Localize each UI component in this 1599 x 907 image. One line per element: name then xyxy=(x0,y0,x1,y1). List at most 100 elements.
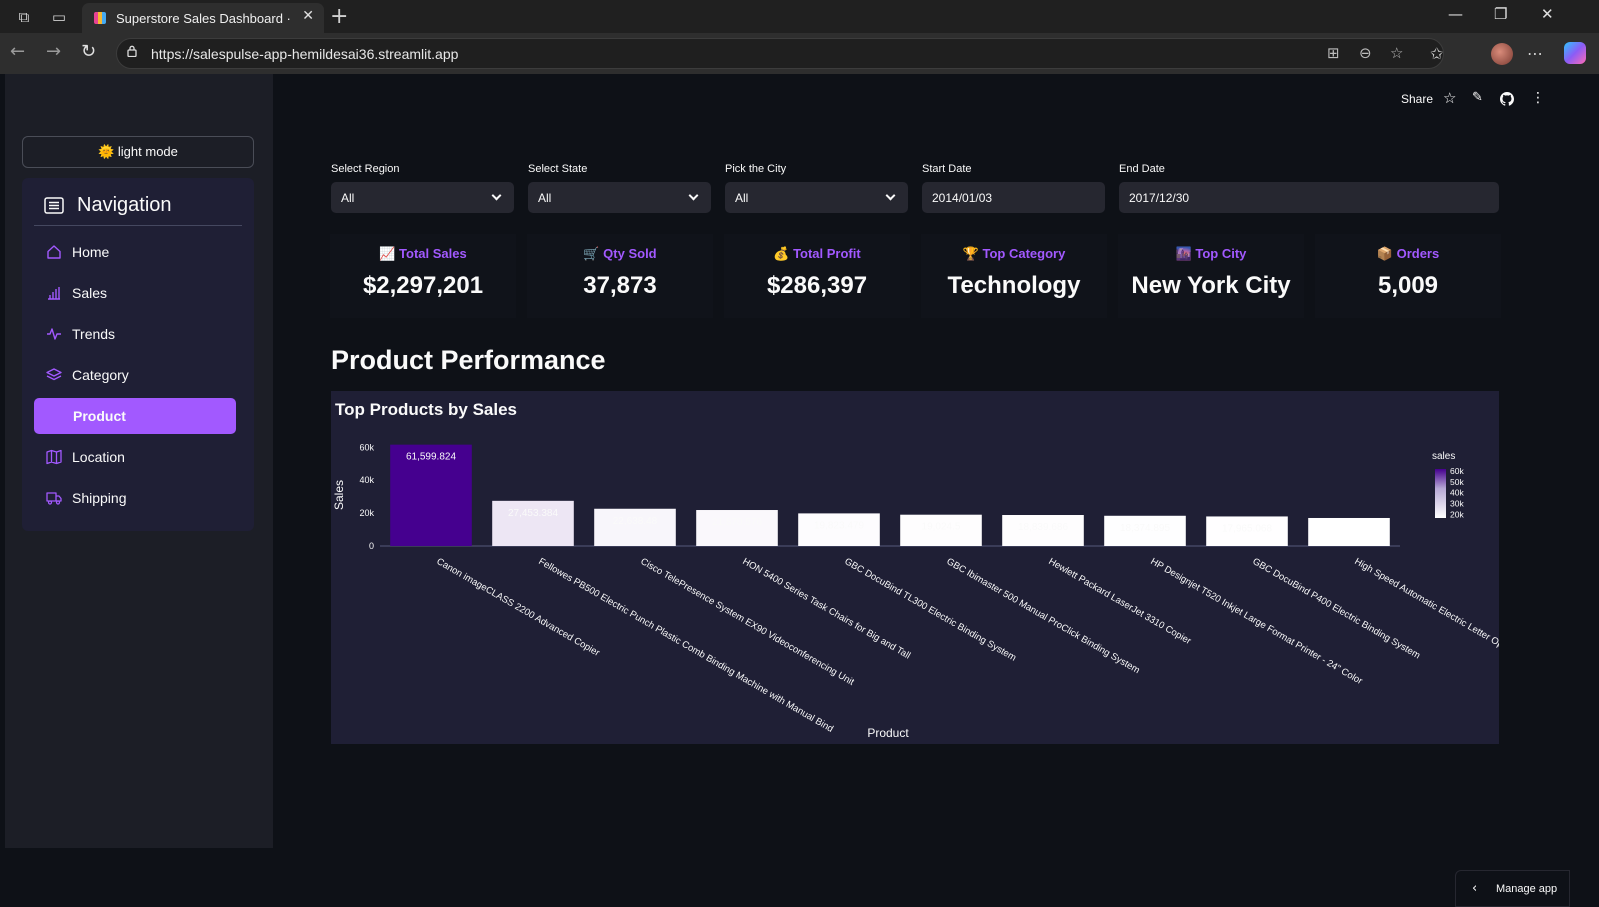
zoom-icon[interactable]: ⊖ xyxy=(1359,44,1372,62)
edit-icon[interactable]: ✎ xyxy=(1472,90,1483,105)
end-date-input[interactable]: 2017/12/30 xyxy=(1119,182,1499,213)
bar xyxy=(1308,517,1390,546)
menu-list-icon xyxy=(44,197,64,214)
start-date-filter: Start Date 2014/01/03 xyxy=(922,163,1105,213)
url-text: https://salespulse-app-hemildesai36.stre… xyxy=(151,46,459,62)
kpi-value: Technology xyxy=(947,272,1081,299)
layers-icon xyxy=(46,368,62,381)
main-menu-icon[interactable]: ⋮ xyxy=(1531,90,1545,106)
chevron-left-icon: ‹ xyxy=(1472,881,1478,896)
top-products-chart: Top Products by Sales 0 20k 40k 60k Sales 61,… xyxy=(331,391,1499,744)
x-tick-label: Canon imageCLASS 2200 Advanced Copier xyxy=(435,556,602,659)
sidebar-item-trends[interactable]: Trends xyxy=(34,316,236,352)
sidebar-item-location[interactable]: Location xyxy=(34,439,236,475)
star-icon[interactable]: ☆ xyxy=(1443,89,1456,107)
reload-icon[interactable]: ↻ xyxy=(81,41,96,62)
close-tab-icon[interactable]: ✕ xyxy=(302,8,314,24)
colorbar-title: sales xyxy=(1432,451,1455,462)
favorites-icon[interactable]: ✩ xyxy=(1430,44,1443,63)
filter-value: All xyxy=(538,191,552,205)
sidebar-item-label: Sales xyxy=(72,285,108,301)
kpi-value: $2,297,201 xyxy=(362,272,484,299)
favorite-star-icon[interactable]: ☆ xyxy=(1390,44,1403,62)
kpi-value: $286,397 xyxy=(766,272,868,299)
colorbar-tick-label: 20k xyxy=(1450,510,1464,520)
chevron-down-icon xyxy=(688,190,699,201)
forward-icon[interactable]: → xyxy=(46,41,61,62)
y-tick-label: 0 xyxy=(369,541,374,551)
x-tick-label: GBC DocuBind P400 Electric Binding Syste… xyxy=(1251,556,1423,661)
y-tick-label: 40k xyxy=(359,475,374,485)
close-window-icon[interactable]: ✕ xyxy=(1541,5,1554,23)
kpi-total-sales: 📈 Total Sales $2,297,201 xyxy=(330,234,516,318)
sidebar-item-product[interactable]: Product xyxy=(34,398,236,434)
lock-icon xyxy=(127,45,137,57)
state-select[interactable]: All xyxy=(528,182,711,213)
y-axis-label: Sales xyxy=(332,480,346,510)
kpi-label: 🛒 Qty Sold xyxy=(583,246,657,261)
new-tab-icon[interactable]: + xyxy=(330,4,348,29)
bar-value-label: 21,870.576 xyxy=(712,517,762,528)
start-date-input[interactable]: 2014/01/03 xyxy=(922,182,1105,213)
city-filter: Pick the City All xyxy=(725,163,908,213)
y-tick-label: 60k xyxy=(359,442,374,452)
city-select[interactable]: All xyxy=(725,182,908,213)
x-tick-label: Cisco TelePresence System EX90 Videoconf… xyxy=(639,556,857,688)
back-icon[interactable]: ← xyxy=(10,41,25,62)
url-field[interactable]: https://salespulse-app-hemildesai36.stre… xyxy=(116,38,1444,69)
chevron-down-icon xyxy=(491,190,502,201)
tab-actions-icon[interactable]: ▭ xyxy=(48,6,70,28)
map-icon xyxy=(46,449,62,465)
streamlit-app: 🌞 light mode Navigation Home Sales Trend… xyxy=(5,74,1594,907)
region-select[interactable]: All xyxy=(331,182,514,213)
bar-value-label: 22,638.48 xyxy=(613,516,658,527)
colorbar-tick-label: 60k xyxy=(1450,466,1464,476)
bar xyxy=(594,508,676,546)
tab-title: Superstore Sales Dashboard · Streamlit xyxy=(116,11,292,26)
sidebar-item-label: Category xyxy=(72,367,129,383)
share-button[interactable]: Share xyxy=(1401,92,1433,106)
streamlit-favicon-icon xyxy=(94,12,106,24)
sidebar-item-label: Product xyxy=(73,408,126,424)
sidebar-item-shipping[interactable]: Shipping xyxy=(34,480,236,516)
x-tick-label: GBC DocuBind TL300 Electric Binding Syst… xyxy=(843,556,1019,664)
bar-chart-svg: 0 20k 40k 60k Sales 61,599.824 Canon imageCLAS… xyxy=(332,442,1499,740)
manage-app-button[interactable]: ‹ Manage app xyxy=(1455,870,1570,907)
bar-chart-icon xyxy=(48,287,60,300)
github-icon[interactable] xyxy=(1500,92,1514,106)
copilot-icon[interactable] xyxy=(1564,42,1586,64)
filter-label: End Date xyxy=(1119,163,1165,175)
browser-tab[interactable]: Superstore Sales Dashboard · Streamlit ✕ xyxy=(82,3,324,33)
sidebar-item-home[interactable]: Home xyxy=(34,234,236,270)
filter-value: 2014/01/03 xyxy=(932,191,993,205)
filter-label: Select State xyxy=(528,163,588,175)
kpi-top-city: 🌆 Top City New York City xyxy=(1118,234,1304,318)
kpi-qty-sold: 🛒 Qty Sold 37,873 xyxy=(527,234,713,318)
minimize-icon[interactable]: — xyxy=(1448,5,1463,23)
x-tick-label: HON 5400 Series Task Chairs for Big and … xyxy=(741,556,913,661)
bar-value-label: 19,024.5 xyxy=(922,522,961,533)
sidebar-item-sales[interactable]: Sales xyxy=(34,275,236,311)
sidebar: 🌞 light mode Navigation Home Sales Trend… xyxy=(5,74,273,848)
profile-avatar[interactable] xyxy=(1491,43,1513,65)
sidebar-item-label: Location xyxy=(72,449,125,465)
workspaces-icon[interactable]: ⧉ xyxy=(13,6,35,28)
more-options-icon[interactable]: ⋯ xyxy=(1527,44,1543,63)
activity-icon xyxy=(47,328,61,340)
restore-icon[interactable]: ❐ xyxy=(1494,5,1507,23)
kpi-label: 🏆 Top Category xyxy=(962,246,1066,261)
kpi-total-profit: 💰 Total Profit $286,397 xyxy=(724,234,910,318)
immersive-reader-icon[interactable]: ⊞ xyxy=(1327,44,1340,62)
colorbar-tick-label: 30k xyxy=(1450,499,1464,509)
sidebar-item-category[interactable]: Category xyxy=(34,357,236,393)
colorbar-tick-label: 40k xyxy=(1450,488,1464,498)
bar-value-label: 27,453.384 xyxy=(508,508,558,519)
light-mode-button[interactable]: 🌞 light mode xyxy=(22,136,254,168)
state-filter: Select State All xyxy=(528,163,711,213)
kpi-label: 🌆 Top City xyxy=(1175,246,1247,261)
browser-tab-bar: ⧉ ▭ Superstore Sales Dashboard · Streaml… xyxy=(0,0,1599,33)
filter-label: Start Date xyxy=(922,163,972,175)
bar-value-label: 17,965.068 xyxy=(1222,523,1272,534)
x-axis-label: Product xyxy=(867,726,909,740)
filter-label: Select Region xyxy=(331,163,400,175)
